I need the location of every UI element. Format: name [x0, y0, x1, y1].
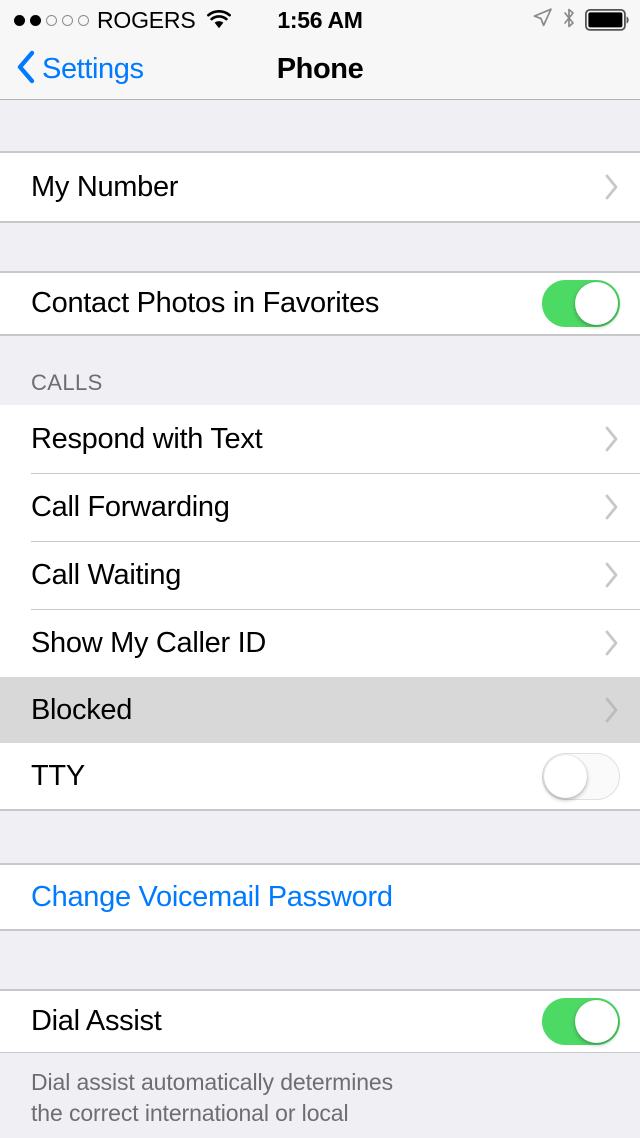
toggle-tty[interactable] — [542, 752, 620, 800]
row-label: Change Voicemail Password — [31, 880, 393, 913]
navigation-bar: Settings Phone — [0, 40, 640, 100]
section-spacer-top — [0, 100, 640, 152]
signal-dot-3 — [46, 14, 57, 26]
row-my-number[interactable]: My Number — [0, 153, 640, 221]
carrier-name: ROGERS — [97, 6, 196, 33]
row-call-waiting[interactable]: Call Waiting — [0, 541, 640, 609]
chevron-right-icon — [604, 696, 620, 724]
row-show-my-caller-id[interactable]: Show My Caller ID — [0, 609, 640, 677]
section-contact-photos: Contact Photos in Favorites — [0, 272, 640, 335]
toggle-dial-assist[interactable] — [542, 998, 620, 1045]
row-change-voicemail-password[interactable]: Change Voicemail Password — [0, 865, 640, 929]
section-footer-dial-assist: Dial assist automatically determines the… — [0, 1053, 640, 1129]
toggle-knob — [575, 282, 618, 325]
toggle-contact-photos-in-favorites[interactable] — [542, 280, 620, 327]
row-label: Dial Assist — [31, 1005, 162, 1037]
signal-dot-2 — [30, 14, 41, 26]
section-header-label: CALLS — [31, 370, 103, 395]
page-title: Phone — [276, 53, 364, 85]
toggle-knob — [544, 754, 587, 798]
row-label: Call Forwarding — [31, 490, 230, 523]
status-bar-right — [532, 7, 630, 34]
section-spacer-1 — [0, 222, 640, 272]
row-tty[interactable]: TTY — [0, 743, 640, 809]
chevron-right-icon — [604, 561, 620, 589]
chevron-right-icon — [604, 493, 620, 521]
section-dial-assist: Dial Assist — [0, 990, 640, 1053]
chevron-right-icon — [604, 173, 620, 201]
section-calls: Respond with Text Call Forwarding Call W… — [0, 405, 640, 810]
signal-strength-dots — [14, 14, 89, 26]
row-label: My Number — [31, 170, 179, 203]
row-label: Show My Caller ID — [31, 626, 267, 659]
row-label: Respond with Text — [31, 422, 263, 455]
wifi-icon — [206, 10, 232, 30]
location-arrow-icon — [532, 7, 553, 33]
section-spacer-3 — [0, 930, 640, 990]
signal-dot-4 — [62, 14, 73, 26]
section-header-calls: CALLS — [0, 335, 640, 405]
row-label: Blocked — [31, 693, 133, 726]
status-bar: ROGERS 1:56 AM — [0, 0, 640, 40]
row-label: TTY — [31, 759, 85, 792]
footer-note-text: Dial assist automatically determines the… — [31, 1069, 393, 1126]
row-label: Call Waiting — [31, 558, 182, 591]
row-label: Contact Photos in Favorites — [31, 287, 380, 319]
section-spacer-2 — [0, 810, 640, 864]
bluetooth-icon — [562, 7, 576, 34]
row-dial-assist[interactable]: Dial Assist — [0, 991, 640, 1052]
row-respond-with-text[interactable]: Respond with Text — [0, 405, 640, 473]
phone-settings-screen: ROGERS 1:56 AM Settings Phone My Number … — [0, 0, 640, 1138]
row-call-forwarding[interactable]: Call Forwarding — [0, 473, 640, 541]
toggle-knob — [575, 1000, 618, 1043]
status-bar-left: ROGERS — [10, 6, 232, 33]
section-my-number: My Number — [0, 152, 640, 222]
battery-icon — [585, 9, 630, 31]
chevron-right-icon — [604, 425, 620, 453]
chevron-right-icon — [604, 629, 620, 657]
section-voicemail: Change Voicemail Password — [0, 864, 640, 930]
row-blocked[interactable]: Blocked — [0, 677, 640, 743]
signal-dot-1 — [14, 14, 25, 26]
row-contact-photos-in-favorites[interactable]: Contact Photos in Favorites — [0, 273, 640, 334]
signal-dot-5 — [78, 14, 89, 26]
